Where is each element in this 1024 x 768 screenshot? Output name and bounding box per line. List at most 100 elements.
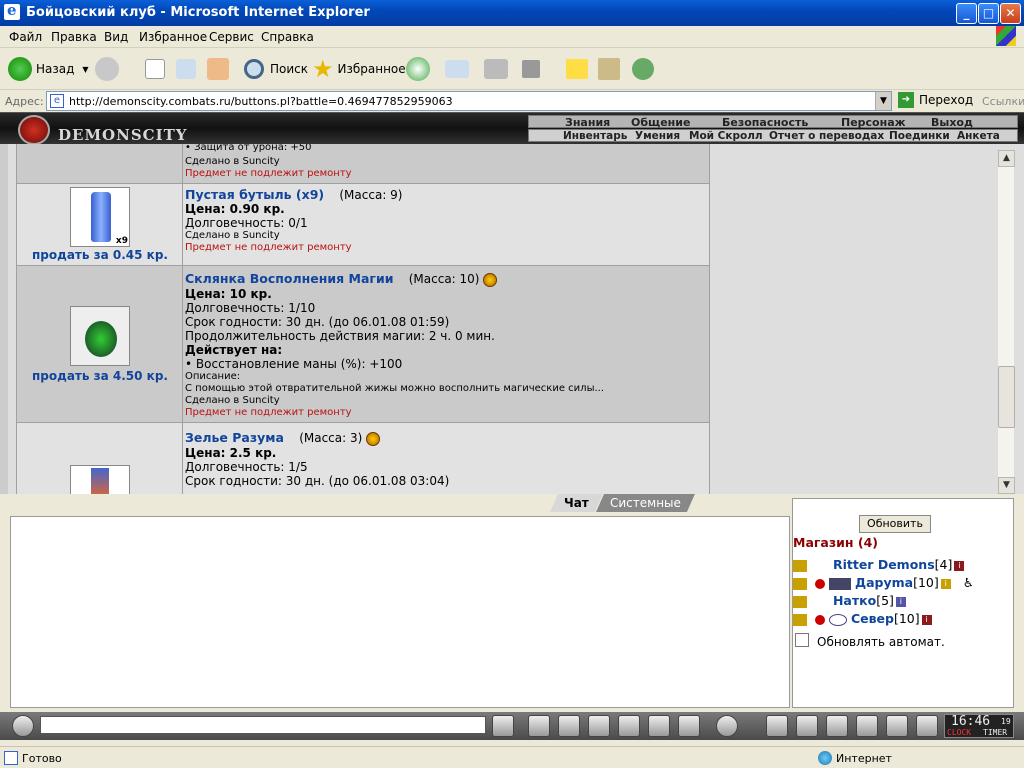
info-icon[interactable]: i xyxy=(921,614,932,625)
nav-battles[interactable]: Поединки xyxy=(889,130,950,142)
refresh-button[interactable]: Обновить xyxy=(859,515,931,533)
item-price: Цена: 0.90 кр. xyxy=(185,202,285,216)
nav-exit[interactable]: Выход xyxy=(931,116,973,129)
chat-input[interactable] xyxy=(40,716,486,734)
item-info: • Защита от урона: +50 Сделано в Suncity… xyxy=(185,144,709,180)
item-name[interactable]: Склянка Восполнения Магии xyxy=(185,271,393,286)
back-button[interactable]: Назад ▼ xyxy=(8,55,89,83)
nav-communication[interactable]: Общение xyxy=(631,116,690,129)
menu-tools[interactable]: Сервис xyxy=(209,30,254,44)
menu-favorites[interactable]: Избранное xyxy=(139,30,207,44)
favorites-button[interactable]: ★ Избранное xyxy=(312,55,406,83)
go-button[interactable]: ➜ Переход xyxy=(898,92,973,108)
smile-face-icon[interactable] xyxy=(12,715,34,737)
menu-view[interactable]: Вид xyxy=(104,30,128,44)
menu-help[interactable]: Справка xyxy=(261,30,314,44)
smiley-icon[interactable] xyxy=(716,715,738,737)
sell-link[interactable]: продать за 0.45 кр. xyxy=(17,248,183,262)
item-repair: Предмет не подлежит ремонту xyxy=(185,168,352,179)
private-msg-icon[interactable] xyxy=(793,577,807,590)
scroll-up-icon[interactable]: ▲ xyxy=(998,150,1015,167)
nav-knowledge[interactable]: Знания xyxy=(565,116,610,129)
content-scrollbar[interactable]: ▲ ▼ xyxy=(997,150,1015,494)
nav-character[interactable]: Персонаж xyxy=(841,116,906,129)
scroll-icon[interactable] xyxy=(796,715,818,737)
save-icon[interactable] xyxy=(588,715,610,737)
scroll-down-icon[interactable]: ▼ xyxy=(998,477,1015,494)
game-clock: 16:46 19 CLOCK TIMER xyxy=(944,714,1014,738)
user-name[interactable]: Натко xyxy=(833,593,876,608)
user-name[interactable]: Ritter Demons xyxy=(833,557,935,572)
info-icon[interactable]: i xyxy=(940,578,951,589)
exit-icon[interactable] xyxy=(916,715,938,737)
tab-system[interactable]: Системные сообщения xyxy=(596,494,695,512)
nav-security[interactable]: Безопасность xyxy=(722,116,808,129)
info-icon[interactable]: i xyxy=(895,596,906,607)
minimize-button[interactable]: _ xyxy=(956,3,977,24)
messenger-button[interactable] xyxy=(632,55,654,83)
forward-button[interactable] xyxy=(95,55,119,83)
bottom-panel: Чат Системные сообщения Обновить Магазин… xyxy=(0,494,1024,712)
sound-icon[interactable] xyxy=(678,715,700,737)
info-icon[interactable]: i xyxy=(954,560,965,571)
game-header: DEMONSCITY Знания Общение Безопасность П… xyxy=(0,112,1024,145)
notes-button[interactable] xyxy=(566,55,588,83)
close-button[interactable]: ✕ xyxy=(1000,3,1021,24)
search-button[interactable]: Поиск xyxy=(244,55,308,83)
nav-my-scroll[interactable]: Мой Скролл xyxy=(689,130,763,142)
menu-file[interactable]: Файл xyxy=(9,30,42,44)
flask-icon xyxy=(85,321,117,357)
flag-icon[interactable] xyxy=(886,715,908,737)
item-count-badge: x9 xyxy=(115,236,128,246)
history-button[interactable] xyxy=(406,55,430,83)
nav-transfer-report[interactable]: Отчет о переводах xyxy=(769,130,884,142)
item-price: Цена: 2.5 кр. xyxy=(185,445,277,460)
maximize-button[interactable]: □ xyxy=(978,3,999,24)
private-msg-icon[interactable] xyxy=(793,595,807,608)
nav-skills[interactable]: Умения xyxy=(635,130,680,142)
user-name[interactable]: Север xyxy=(851,611,894,626)
chevron-down-icon[interactable]: ▼ xyxy=(875,92,891,110)
research-button[interactable] xyxy=(598,55,620,83)
translit-icon[interactable] xyxy=(648,715,670,737)
private-msg-icon[interactable] xyxy=(793,613,807,626)
globe-icon xyxy=(818,751,832,765)
chevron-down-icon: ▼ xyxy=(82,64,89,74)
fight-icon[interactable] xyxy=(618,715,640,737)
map-icon[interactable] xyxy=(826,715,848,737)
private-msg-icon[interactable] xyxy=(793,559,807,572)
mail-button[interactable] xyxy=(445,55,469,83)
send-icon[interactable] xyxy=(492,715,514,737)
back-label: Назад xyxy=(36,62,75,76)
stop-button[interactable] xyxy=(145,55,165,83)
nav-inventory[interactable]: Инвентарь xyxy=(563,130,627,142)
auto-refresh-checkbox[interactable] xyxy=(795,633,809,647)
edit-button[interactable] xyxy=(522,55,540,83)
item-repair: Предмет не подлежит ремонту xyxy=(185,406,352,418)
filter-icon[interactable] xyxy=(558,715,580,737)
lock-icon[interactable] xyxy=(856,715,878,737)
address-url: http://demonscity.combats.ru/buttons.pl?… xyxy=(69,95,453,108)
item-mass: (Масса: 3) xyxy=(299,431,363,445)
user-name[interactable]: Даруma xyxy=(855,575,913,590)
clear-icon[interactable] xyxy=(528,715,550,737)
rank-icon xyxy=(828,577,851,590)
item-duration: Продолжительность действия магии: 2 ч. 0… xyxy=(185,328,495,343)
tab-chat[interactable]: Чат xyxy=(550,494,603,512)
online-user: Даруma[10] i ♿ xyxy=(793,575,974,593)
links-label[interactable]: Ссылки xyxy=(982,95,1024,108)
research-icon xyxy=(598,58,620,80)
menu-edit[interactable]: Правка xyxy=(51,30,97,44)
address-input[interactable]: e http://demonscity.combats.ru/buttons.p… xyxy=(46,91,892,111)
item-name[interactable]: Зелье Разума xyxy=(185,430,284,445)
sell-link[interactable]: продать за 4.50 кр. xyxy=(17,369,183,383)
refresh-button[interactable] xyxy=(176,55,196,83)
scroll-thumb[interactable] xyxy=(998,366,1015,428)
bag-icon[interactable] xyxy=(766,715,788,737)
home-button[interactable] xyxy=(207,55,229,83)
clock-time: 16:46 xyxy=(951,714,991,729)
item-name[interactable]: Пустая бутыль (x9) xyxy=(185,187,324,202)
print-button[interactable] xyxy=(484,55,508,83)
page-icon: e xyxy=(50,94,64,108)
nav-profile[interactable]: Анкета xyxy=(957,130,1000,142)
